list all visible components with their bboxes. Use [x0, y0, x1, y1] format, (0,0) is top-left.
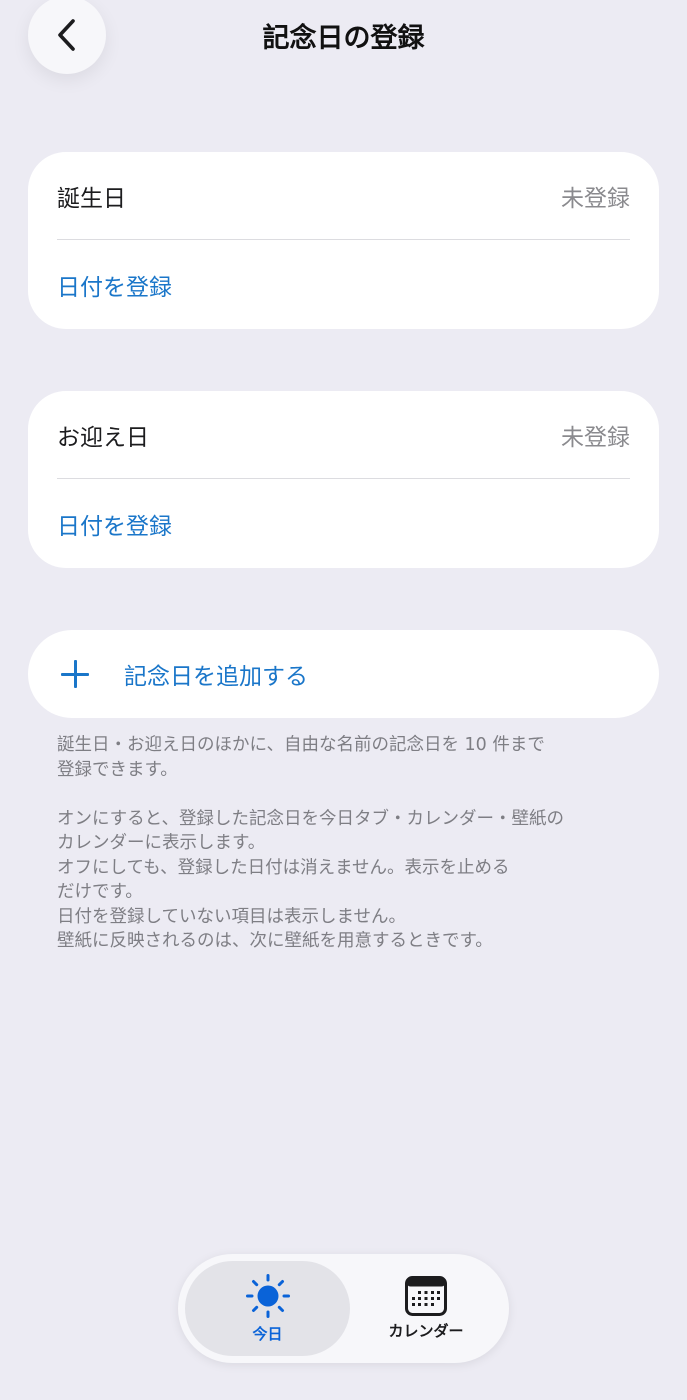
- birthday-row: 誕生日 未登録: [57, 152, 630, 240]
- adoption-day-status: 未登録: [561, 424, 630, 451]
- adoption-day-card: お迎え日 未登録 日付を登録: [28, 391, 659, 568]
- birthday-card: 誕生日 未登録 日付を登録: [28, 152, 659, 329]
- help-notes: 誕生日・お迎え日のほかに、自由な名前の記念日を 10 件まで 登録できます。 オ…: [57, 733, 647, 954]
- note-display: オンにすると、登録した記念日を今日タブ・カレンダー・壁紙の カレンダーに表示しま…: [57, 808, 564, 952]
- tab-calendar[interactable]: カレンダー: [350, 1261, 502, 1356]
- tab-today[interactable]: 今日: [185, 1261, 350, 1356]
- calendar-icon: [405, 1276, 447, 1316]
- plus-icon: [59, 658, 91, 690]
- birthday-label: 誕生日: [57, 185, 126, 212]
- register-birthday-button[interactable]: 日付を登録: [57, 240, 172, 329]
- screen: 記念日の登録 誕生日 未登録 日付を登録 お迎え日 未登録 日付を登録 記念日を…: [0, 0, 687, 1400]
- register-adoption-day-button[interactable]: 日付を登録: [57, 479, 172, 568]
- add-anniversary-label: 記念日を追加する: [124, 664, 308, 690]
- birthday-status: 未登録: [561, 185, 630, 212]
- tab-bar: 今日 カレンダー: [178, 1254, 509, 1363]
- add-anniversary-button[interactable]: 記念日を追加する: [28, 630, 659, 718]
- adoption-day-label: お迎え日: [57, 424, 149, 451]
- page-title: 記念日の登録: [262, 23, 425, 54]
- adoption-day-row: お迎え日 未登録: [57, 391, 630, 479]
- tab-calendar-label: カレンダー: [388, 1322, 464, 1340]
- note-limit: 誕生日・お迎え日のほかに、自由な名前の記念日を 10 件まで 登録できます。: [57, 735, 545, 780]
- tab-today-label: 今日: [252, 1325, 283, 1343]
- sun-icon: [245, 1274, 290, 1318]
